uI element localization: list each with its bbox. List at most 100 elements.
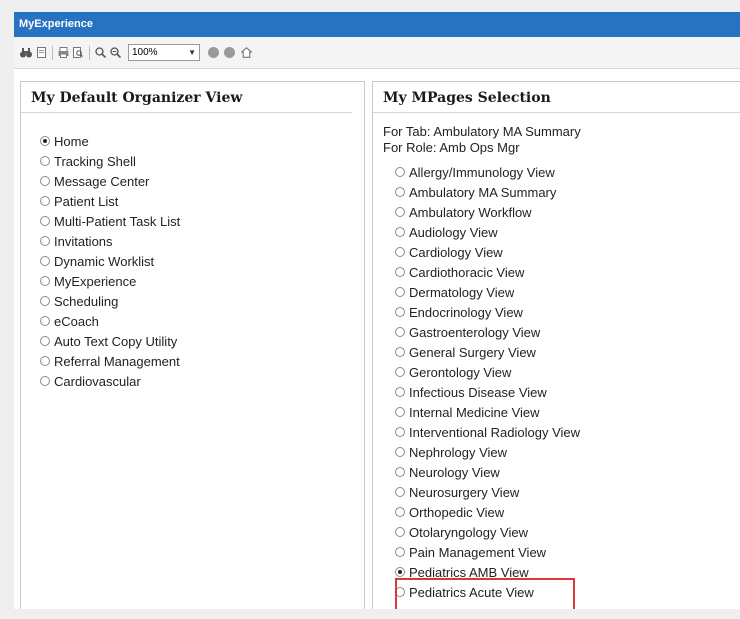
radio-option[interactable]: Audiology View: [395, 222, 740, 242]
option-label: Tracking Shell: [54, 153, 136, 169]
toolbar-separator: [89, 45, 90, 60]
radio-icon[interactable]: [395, 487, 405, 497]
radio-option[interactable]: Tracking Shell: [40, 151, 364, 171]
page-icon[interactable]: [35, 46, 47, 59]
radio-option[interactable]: Orthopedic View: [395, 502, 740, 522]
option-label: Infectious Disease View: [409, 384, 547, 400]
option-label: Nephrology View: [409, 444, 508, 460]
radio-option[interactable]: Pain Management View: [395, 542, 740, 562]
radio-icon[interactable]: [395, 427, 405, 437]
radio-icon[interactable]: [395, 407, 405, 417]
print-preview-icon[interactable]: [72, 46, 84, 59]
radio-icon[interactable]: [395, 387, 405, 397]
radio-icon[interactable]: [395, 287, 405, 297]
radio-icon[interactable]: [395, 587, 405, 597]
radio-icon[interactable]: [395, 307, 405, 317]
option-label: Internal Medicine View: [409, 404, 540, 420]
option-label: Ambulatory Workflow: [409, 204, 532, 220]
radio-icon[interactable]: [395, 187, 405, 197]
radio-icon[interactable]: [395, 507, 405, 517]
option-label: Otolaryngology View: [409, 524, 528, 540]
chevron-down-icon: ▼: [188, 48, 196, 57]
radio-icon[interactable]: [395, 347, 405, 357]
zoom-out-icon[interactable]: [109, 46, 121, 59]
radio-option[interactable]: Ambulatory Workflow: [395, 202, 740, 222]
back-circle-icon[interactable]: [208, 47, 219, 58]
zoom-select[interactable]: 100% ▼: [128, 44, 200, 61]
radio-option[interactable]: Gerontology View: [395, 362, 740, 382]
zoom-in-icon[interactable]: [94, 46, 106, 59]
option-label: Gastroenterology View: [409, 324, 541, 340]
radio-option[interactable]: Dermatology View: [395, 282, 740, 302]
option-label: Allergy/Immunology View: [409, 164, 555, 180]
radio-option[interactable]: Ambulatory MA Summary: [395, 182, 740, 202]
zoom-value: 100%: [132, 47, 158, 58]
radio-option[interactable]: MyExperience: [40, 271, 364, 291]
radio-option[interactable]: Home: [40, 131, 364, 151]
radio-icon[interactable]: [395, 227, 405, 237]
option-label: Cardiothoracic View: [409, 264, 525, 280]
radio-icon[interactable]: [40, 376, 50, 386]
radio-option[interactable]: Gastroenterology View: [395, 322, 740, 342]
radio-option[interactable]: Cardiovascular: [40, 371, 364, 391]
radio-option[interactable]: Neurology View: [395, 462, 740, 482]
radio-option[interactable]: Auto Text Copy Utility: [40, 331, 364, 351]
radio-option[interactable]: Otolaryngology View: [395, 522, 740, 542]
radio-icon[interactable]: [395, 547, 405, 557]
radio-option[interactable]: Cardiology View: [395, 242, 740, 262]
radio-option[interactable]: Nephrology View: [395, 442, 740, 462]
radio-icon[interactable]: [395, 467, 405, 477]
option-label: Pediatrics Acute View: [409, 584, 534, 600]
radio-option[interactable]: Endocrinology View: [395, 302, 740, 322]
radio-icon[interactable]: [395, 367, 405, 377]
radio-option[interactable]: Message Center: [40, 171, 364, 191]
selection-context: For Tab: Ambulatory MA Summary For Role:…: [373, 113, 740, 156]
radio-option[interactable]: Pediatrics Acute View: [395, 582, 740, 602]
radio-icon[interactable]: [40, 176, 50, 186]
radio-icon[interactable]: [40, 356, 50, 366]
radio-option[interactable]: Cardiothoracic View: [395, 262, 740, 282]
radio-icon[interactable]: [395, 527, 405, 537]
radio-icon[interactable]: [40, 256, 50, 266]
radio-icon[interactable]: [395, 167, 405, 177]
radio-option[interactable]: Multi-Patient Task List: [40, 211, 364, 231]
radio-icon[interactable]: [40, 296, 50, 306]
radio-option[interactable]: Referral Management: [40, 351, 364, 371]
radio-icon[interactable]: [40, 276, 50, 286]
radio-icon[interactable]: [40, 216, 50, 226]
binoculars-icon[interactable]: [20, 46, 32, 59]
radio-option[interactable]: General Surgery View: [395, 342, 740, 362]
radio-option[interactable]: Scheduling: [40, 291, 364, 311]
toolbar: 100% ▼: [14, 37, 740, 69]
radio-option[interactable]: Pediatrics AMB View: [395, 562, 740, 582]
forward-circle-icon[interactable]: [224, 47, 235, 58]
radio-icon[interactable]: [395, 207, 405, 217]
radio-option[interactable]: Neurosurgery View: [395, 482, 740, 502]
radio-icon[interactable]: [395, 267, 405, 277]
option-label: Auto Text Copy Utility: [54, 333, 178, 349]
radio-option[interactable]: Dynamic Worklist: [40, 251, 364, 271]
radio-icon[interactable]: [395, 447, 405, 457]
radio-icon[interactable]: [40, 336, 50, 346]
option-label: Gerontology View: [409, 364, 512, 380]
radio-option[interactable]: Infectious Disease View: [395, 382, 740, 402]
radio-selected-icon[interactable]: [395, 567, 405, 577]
radio-option[interactable]: eCoach: [40, 311, 364, 331]
radio-option[interactable]: Invitations: [40, 231, 364, 251]
radio-option[interactable]: Internal Medicine View: [395, 402, 740, 422]
radio-selected-icon[interactable]: [40, 136, 50, 146]
radio-option[interactable]: Interventional Radiology View: [395, 422, 740, 442]
radio-icon[interactable]: [40, 196, 50, 206]
option-label: Pediatrics AMB View: [409, 564, 529, 580]
radio-option[interactable]: Patient List: [40, 191, 364, 211]
radio-icon[interactable]: [40, 316, 50, 326]
option-label: Scheduling: [54, 293, 119, 309]
radio-icon[interactable]: [40, 156, 50, 166]
radio-icon[interactable]: [395, 327, 405, 337]
default-organizer-view-panel: My Default Organizer View Home Tracking S…: [20, 81, 365, 609]
radio-icon[interactable]: [395, 247, 405, 257]
radio-option[interactable]: Allergy/Immunology View: [395, 162, 740, 182]
radio-icon[interactable]: [40, 236, 50, 246]
home-icon[interactable]: [240, 46, 252, 59]
print-icon[interactable]: [57, 46, 69, 59]
